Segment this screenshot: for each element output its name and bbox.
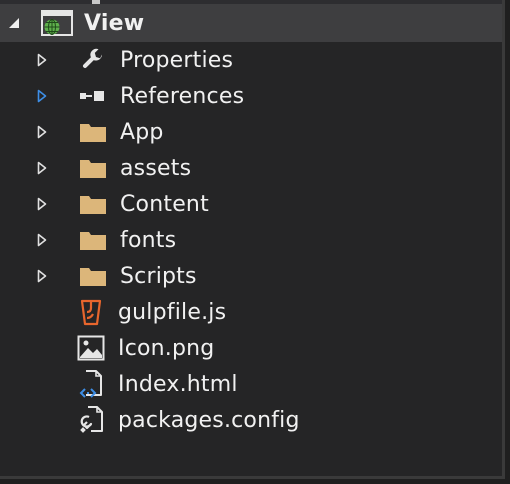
tree-node-label: packages.config (118, 407, 300, 433)
tree-node-label: Index.html (118, 371, 238, 397)
folder-icon (78, 258, 108, 294)
tree-node-label: Scripts (120, 263, 197, 289)
collapsed-arrow-icon[interactable] (32, 222, 52, 258)
folder-icon (78, 114, 108, 150)
tree-node-label: Icon.png (118, 335, 215, 361)
folder-icon (78, 186, 108, 222)
image-file-icon (76, 330, 106, 366)
collapsed-arrow-icon[interactable] (32, 114, 52, 150)
tree-node-app[interactable]: App (0, 114, 502, 150)
html-file-icon (76, 366, 106, 402)
tree-node-label: gulpfile.js (118, 299, 227, 325)
collapsed-arrow-icon[interactable] (32, 42, 52, 78)
expanded-arrow-icon[interactable] (4, 4, 24, 42)
tree-node-label: References (120, 83, 245, 109)
collapsed-arrow-icon[interactable] (32, 150, 52, 186)
tree-node-icon-png[interactable]: Icon.png (0, 330, 502, 366)
tree-node-scripts[interactable]: Scripts (0, 258, 502, 294)
wrench-icon (78, 42, 108, 78)
tree-node-label: View (84, 10, 145, 36)
tree-node-packages-config[interactable]: packages.config (0, 402, 502, 438)
tree-node-assets[interactable]: assets (0, 150, 502, 186)
gulp-js-file-icon (76, 294, 106, 330)
references-icon (78, 78, 108, 114)
tree-node-label: App (120, 119, 164, 145)
folder-icon (78, 150, 108, 186)
tree-node-fonts[interactable]: fonts (0, 222, 502, 258)
tree-node-view[interactable]: View (0, 4, 502, 42)
tree-node-gulpfile[interactable]: gulpfile.js (0, 294, 502, 330)
collapsed-arrow-icon[interactable] (32, 258, 52, 294)
tree-node-label: Content (120, 191, 209, 217)
collapsed-arrow-icon[interactable] (32, 78, 52, 114)
solution-explorer-tree: View Properties References App assets Co… (0, 0, 505, 479)
tree-node-content[interactable]: Content (0, 186, 502, 222)
tree-node-references[interactable]: References (0, 78, 502, 114)
folder-icon (78, 222, 108, 258)
tree-node-label: assets (120, 155, 192, 181)
config-file-icon (76, 402, 106, 438)
collapsed-arrow-icon[interactable] (32, 186, 52, 222)
web-project-icon (40, 4, 74, 42)
tree-node-label: fonts (120, 227, 177, 253)
tree-node-label: Properties (120, 47, 234, 73)
tree-node-properties[interactable]: Properties (0, 42, 502, 78)
tree-node-index-html[interactable]: Index.html (0, 366, 502, 402)
